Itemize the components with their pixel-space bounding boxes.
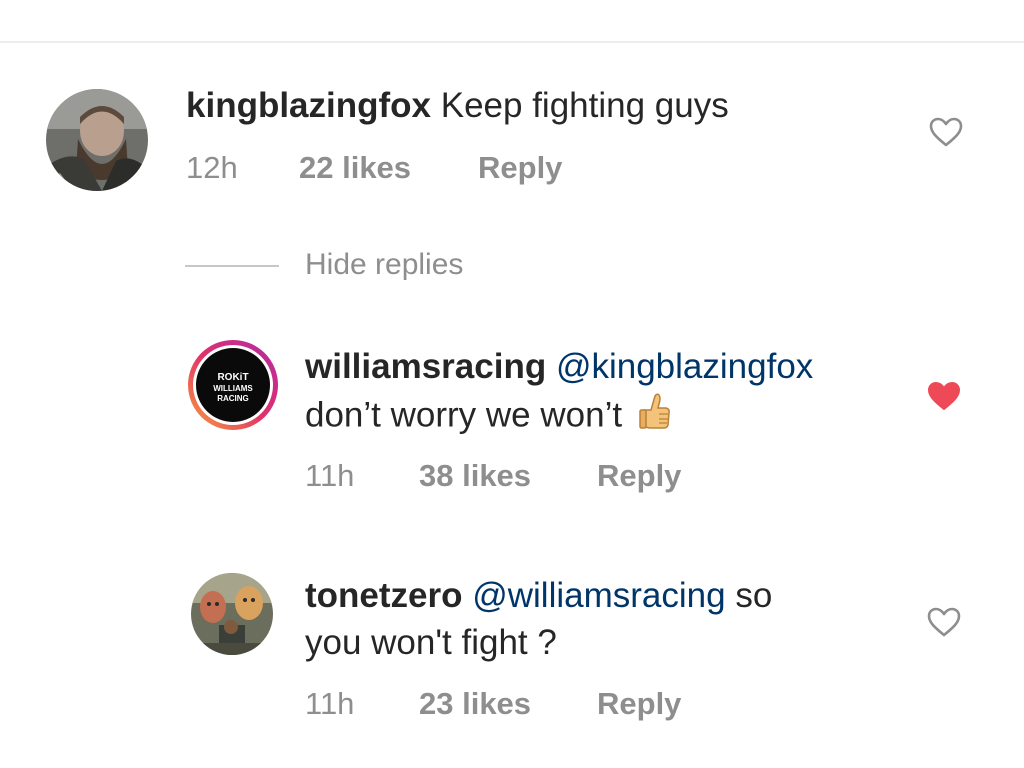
avatar[interactable]: ROKiT WILLIAMS RACING (186, 338, 280, 432)
comment-body-line: you won't fight ? (305, 623, 557, 662)
timestamp: 12h (186, 150, 238, 185)
comment-body: Keep fighting guys (431, 86, 729, 125)
mention-link[interactable]: @williamsracing (463, 576, 725, 615)
comment-kingblazingfox: kingblazingfox Keep fighting guys 12h 22… (0, 0, 1024, 200)
mention-link[interactable]: @kingblazingfox (546, 347, 813, 386)
logo-text-racing: RACING (217, 394, 249, 403)
comment-body-line2: you won't fight ? (305, 620, 557, 666)
likes-count[interactable]: 23 likes (419, 686, 531, 722)
comment-body: don’t worry we won’t (305, 392, 672, 442)
comment-williamsracing: ROKiT WILLIAMS RACING williamsracing @ki… (0, 330, 1024, 510)
heart-filled-icon[interactable] (926, 380, 962, 412)
username[interactable]: williamsracing (305, 347, 546, 386)
comments-panel: kingblazingfox Keep fighting guys 12h 22… (0, 0, 1024, 768)
comment-tonetzero: tonetzero @williamsracing so you won't f… (0, 560, 1024, 740)
heart-outline-icon[interactable] (928, 116, 964, 148)
likes-count[interactable]: 22 likes (299, 150, 411, 186)
heart-outline-icon[interactable] (926, 606, 962, 638)
username[interactable]: tonetzero (305, 576, 463, 615)
thumbs-up-emoji (638, 392, 672, 442)
hide-replies-button[interactable]: Hide replies (305, 248, 463, 282)
profile-photo-icon (46, 89, 148, 191)
reply-button[interactable]: Reply (478, 150, 562, 186)
reply-button[interactable]: Reply (597, 458, 681, 494)
comment-text: tonetzero @williamsracing so (305, 573, 772, 619)
timestamp: 11h (305, 458, 355, 493)
comment-meta: 11h 23 likes Reply (305, 686, 725, 722)
logo-text-rokit: ROKiT (217, 372, 248, 383)
hide-replies-line (185, 265, 279, 267)
profile-photo-icon (191, 573, 273, 655)
comment-body-line: don’t worry we won’t (305, 395, 623, 435)
timestamp: 11h (305, 686, 355, 721)
thumbs-up-icon (639, 393, 670, 429)
comment-meta: 12h 22 likes Reply (186, 150, 606, 186)
avatar[interactable] (191, 573, 273, 655)
reply-button[interactable]: Reply (597, 686, 681, 722)
logo-text-williams: WILLIAMS (213, 384, 253, 393)
likes-count[interactable]: 38 likes (419, 458, 531, 494)
comment-text: williamsracing @kingblazingfox (305, 344, 813, 390)
comment-text: kingblazingfox Keep fighting guys (186, 83, 729, 129)
story-ring-logo-icon: ROKiT WILLIAMS RACING (188, 340, 278, 430)
comment-meta: 11h 38 likes Reply (305, 458, 725, 494)
avatar[interactable] (46, 89, 148, 191)
comment-body: so (725, 576, 773, 615)
username[interactable]: kingblazingfox (186, 86, 431, 125)
